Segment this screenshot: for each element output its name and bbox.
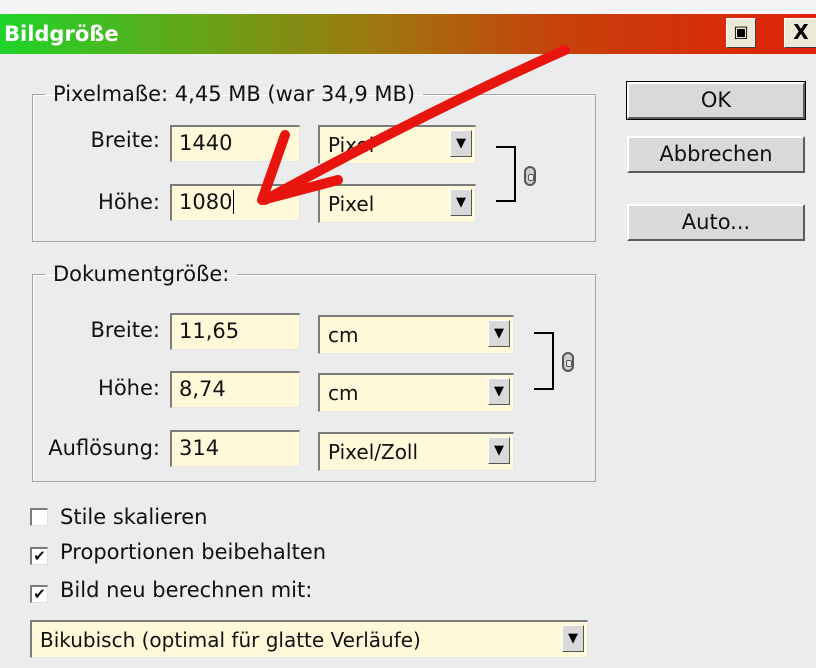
resolution-label: Auflösung:: [48, 436, 160, 460]
scale-styles-option[interactable]: Stile skalieren: [30, 503, 207, 531]
doc-link-bracket: [534, 332, 554, 390]
pixel-height-label: Höhe:: [98, 190, 160, 214]
chevron-down-icon[interactable]: ▼: [450, 189, 472, 216]
resolution-unit-select[interactable]: Pixel/Zoll ▼: [318, 432, 514, 471]
doc-width-input[interactable]: 11,65: [170, 313, 300, 350]
pixel-width-unit-value: Pixel: [328, 133, 375, 157]
constrain-proportions-checkbox[interactable]: ✔: [30, 547, 48, 565]
scale-styles-checkbox[interactable]: [30, 508, 48, 526]
image-size-dialog: Bildgröße ▣ X Pixelmaße: 4,45 MB (war 34…: [0, 0, 816, 668]
window-top-strip: [0, 0, 816, 14]
auto-button[interactable]: Auto...: [627, 204, 805, 241]
doc-height-label: Höhe:: [98, 376, 160, 400]
scale-styles-label: Stile skalieren: [60, 505, 208, 529]
pixel-height-unit-value: Pixel: [328, 192, 375, 216]
constrain-proportions-option[interactable]: ✔ Proportionen beibehalten: [30, 538, 326, 566]
pixel-height-input[interactable]: 1080: [170, 184, 300, 221]
camera-icon[interactable]: ▣: [726, 18, 756, 48]
doc-width-label: Breite:: [90, 318, 160, 342]
resample-checkbox[interactable]: ✔: [30, 585, 48, 603]
close-icon: X: [793, 20, 809, 44]
chevron-down-icon[interactable]: ▼: [562, 625, 584, 652]
resolution-unit-value: Pixel/Zoll: [328, 440, 419, 464]
resample-option[interactable]: ✔ Bild neu berechnen mit:: [30, 576, 312, 604]
doc-width-unit-value: cm: [328, 323, 359, 347]
title-bar[interactable]: Bildgröße ▣ X: [0, 14, 816, 54]
constrain-proportions-label: Proportionen beibehalten: [60, 540, 327, 564]
doc-height-input[interactable]: 8,74: [170, 371, 300, 408]
chain-link-icon: [562, 352, 574, 372]
doc-width-unit-select[interactable]: cm ▼: [318, 315, 514, 354]
resample-label: Bild neu berechnen mit:: [60, 578, 313, 602]
window-title: Bildgröße: [4, 22, 119, 46]
pixel-width-unit-select[interactable]: Pixel ▼: [318, 125, 476, 164]
close-button[interactable]: X: [784, 18, 816, 48]
chevron-down-icon[interactable]: ▼: [450, 130, 472, 157]
chevron-down-icon[interactable]: ▼: [488, 437, 510, 464]
chevron-down-icon[interactable]: ▼: [488, 378, 510, 405]
resample-method-value: Bikubisch (optimal für glatte Verläufe): [40, 628, 421, 652]
text-cursor: [233, 190, 235, 214]
doc-height-unit-value: cm: [328, 381, 359, 405]
cancel-button[interactable]: Abbrechen: [627, 136, 805, 173]
document-size-legend: Dokumentgröße:: [53, 262, 230, 286]
pixel-dimensions-legend: Pixelmaße: 4,45 MB (war 34,9 MB): [53, 82, 416, 106]
ok-button[interactable]: OK: [626, 81, 806, 120]
chevron-down-icon[interactable]: ▼: [488, 320, 510, 347]
pixel-width-label: Breite:: [90, 128, 160, 152]
doc-height-unit-select[interactable]: cm ▼: [318, 373, 514, 412]
pixel-height-unit-select[interactable]: Pixel ▼: [318, 184, 476, 223]
pixel-width-input[interactable]: 1440: [170, 125, 300, 162]
chain-link-icon: [524, 166, 536, 186]
resolution-input[interactable]: 314: [170, 430, 300, 467]
resample-method-select[interactable]: Bikubisch (optimal für glatte Verläufe) …: [30, 620, 588, 658]
pixel-link-bracket: [496, 146, 516, 202]
pixel-height-value: 1080: [179, 190, 233, 214]
